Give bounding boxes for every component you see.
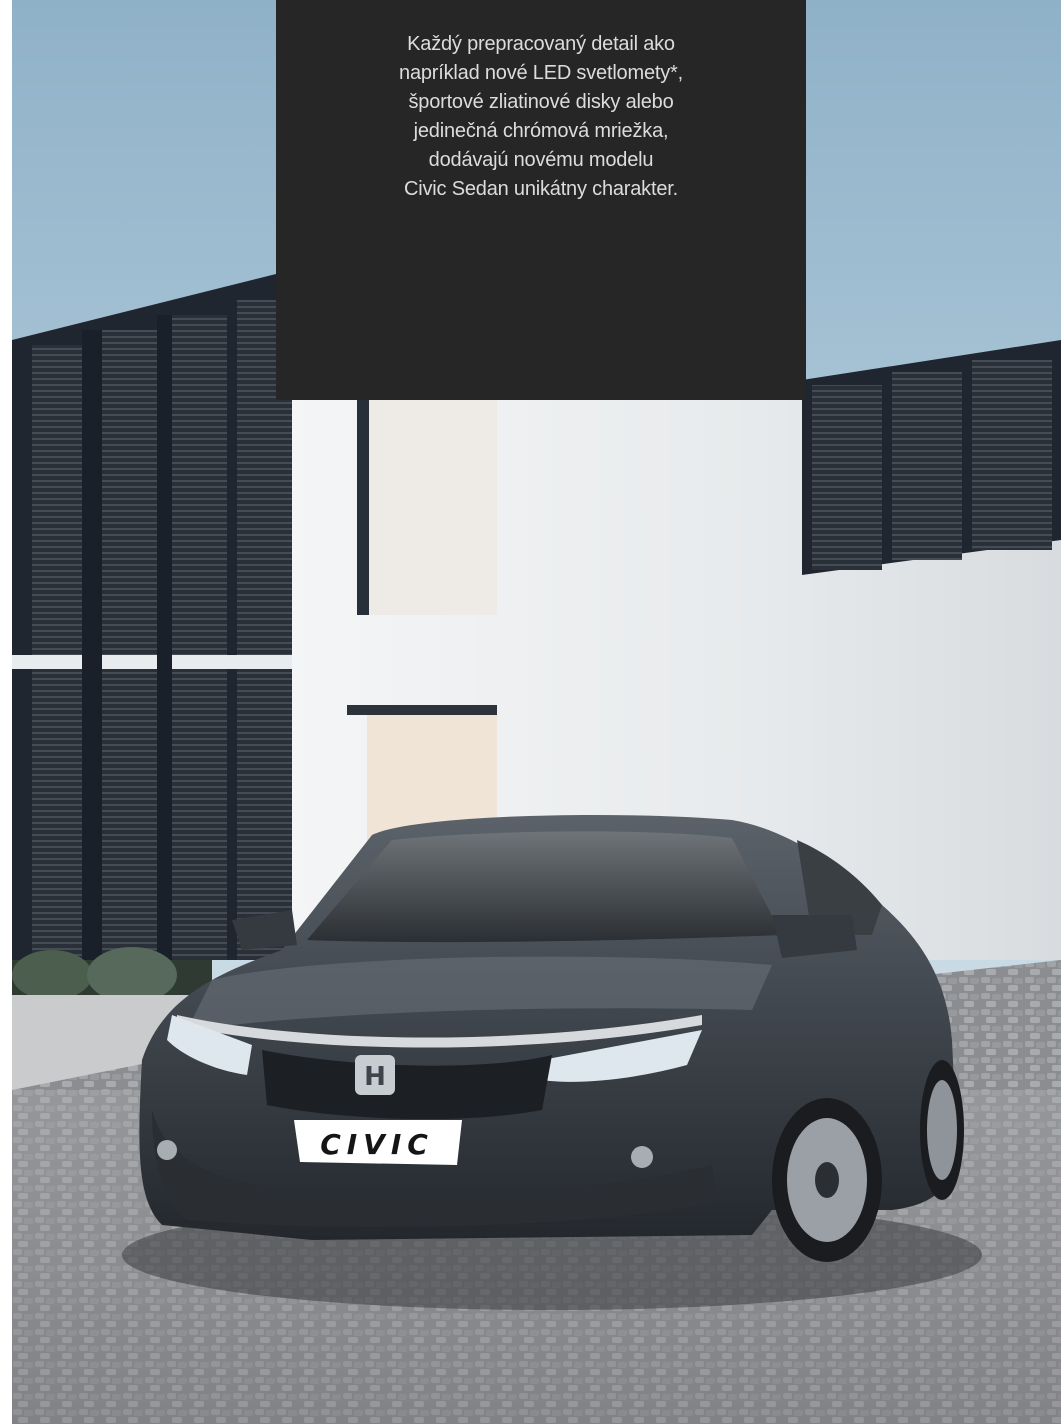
intro-paragraph: Každý prepracovaný detail ako napríklad … <box>276 30 806 204</box>
intro-line: jedinečná chrómová mriežka, <box>413 120 669 142</box>
intro-line: Každý prepracovaný detail ako <box>407 33 675 55</box>
intro-line: Civic Sedan unikátny charakter. <box>404 178 678 200</box>
svg-text:H: H <box>364 1062 386 1092</box>
page-margin <box>0 0 12 1424</box>
brochure-page: H CIVIC Každý prepracovaný detail ako na… <box>0 0 1061 1424</box>
intro-text-panel: Každý prepracovaný detail ako napríklad … <box>276 0 806 400</box>
intro-line: dodávajú novému modelu <box>428 149 654 171</box>
intro-line: napríklad nové LED svetlomety*, <box>399 62 683 84</box>
intro-line: športové zliatinové disky alebo <box>408 91 674 113</box>
plate-badge-text: CIVIC <box>320 1128 434 1161</box>
